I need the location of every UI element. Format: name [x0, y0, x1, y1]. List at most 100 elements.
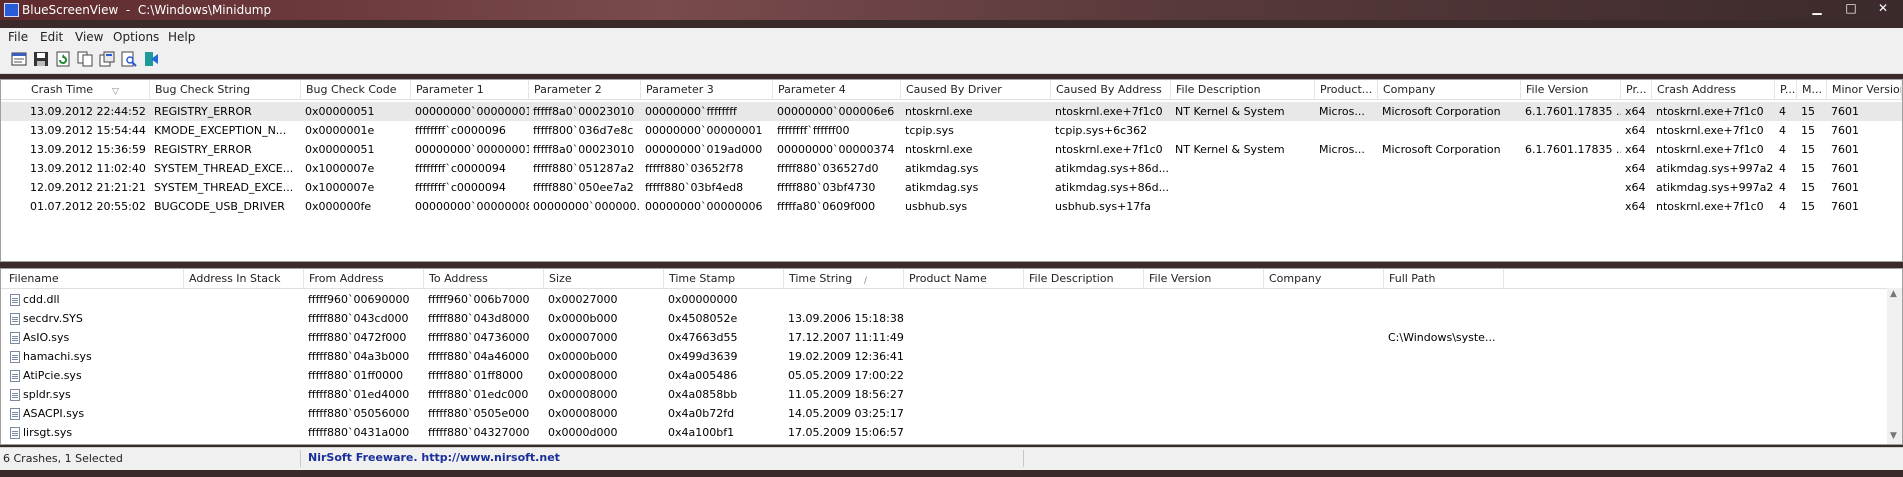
column-header[interactable]: Size: [544, 269, 664, 288]
table-cell: ffffffff`c0000094: [415, 181, 506, 194]
table-cell: fffff8a0`00023010: [533, 143, 635, 156]
vertical-scrollbar[interactable]: ▲ ▼: [1887, 288, 1902, 444]
table-cell: [1378, 197, 1521, 216]
column-header[interactable]: To Address: [424, 269, 544, 288]
table-cell: [1378, 121, 1521, 140]
column-header[interactable]: Time String /: [784, 269, 904, 288]
table-cell: fffff880`01edc000: [428, 388, 529, 401]
table-row[interactable]: AtiPcie.sys fffff880`01ff0000 fffff880`01f…: [1, 366, 1902, 385]
table-cell: [184, 404, 304, 423]
table-cell: 19.02.2009 12:36:41: [788, 350, 904, 363]
menu-view[interactable]: View: [75, 30, 103, 44]
table-row[interactable]: 13.09.2012 15:36:59 REGISTRY_ERROR 0x00000…: [1, 140, 1902, 159]
menu-edit[interactable]: Edit: [40, 30, 63, 44]
table-cell: fffff960`006b7000: [428, 293, 530, 306]
column-label: Crash Time: [31, 83, 94, 96]
save-icon[interactable]: [33, 51, 49, 67]
table-cell: 0x00000051: [305, 105, 375, 118]
table-cell: [1171, 159, 1315, 178]
column-header[interactable]: Parameter 3: [641, 80, 773, 99]
table-cell: [1024, 423, 1144, 442]
minimize-button[interactable]: ▁: [1806, 1, 1828, 17]
table-row[interactable]: AsIO.sys fffff880`0472f000 fffff880`047360…: [1, 328, 1902, 347]
crash-list[interactable]: Crash Time ▽ Bug Check String Bug Check C…: [0, 79, 1903, 262]
column-header[interactable]: Parameter 1: [411, 80, 529, 99]
table-cell: Microsoft Corporation: [1382, 105, 1501, 118]
menu-file[interactable]: File: [8, 30, 28, 44]
column-header[interactable]: File Description: [1171, 80, 1315, 99]
column-header[interactable]: Time Stamp: [664, 269, 784, 288]
find-icon[interactable]: [121, 51, 137, 67]
column-header[interactable]: Full Path: [1384, 269, 1504, 288]
table-cell: ASACPI.sys: [23, 407, 85, 420]
column-header[interactable]: Parameter 4: [773, 80, 901, 99]
driver-list[interactable]: Filename Address In Stack From Address T…: [0, 268, 1903, 445]
column-header[interactable]: File Description: [1024, 269, 1144, 288]
scroll-up-icon[interactable]: ▲: [1890, 289, 1897, 299]
table-row[interactable]: secdrv.SYS fffff880`043cd000 fffff880`043d…: [1, 309, 1902, 328]
column-header[interactable]: Address In Stack: [184, 269, 304, 288]
table-cell: [184, 385, 304, 404]
maximize-button[interactable]: □: [1840, 1, 1862, 17]
table-row[interactable]: ASACPI.sys fffff880`05056000 fffff880`0505…: [1, 404, 1902, 423]
table-cell: 6.1.7601.17835 ...: [1525, 105, 1621, 118]
column-header[interactable]: File Version: [1144, 269, 1264, 288]
column-header[interactable]: Product...: [1315, 80, 1378, 99]
column-header[interactable]: Minor Version: [1827, 80, 1902, 99]
column-header[interactable]: M...: [1797, 80, 1827, 99]
column-header[interactable]: File Version: [1521, 80, 1621, 99]
column-header[interactable]: From Address: [304, 269, 424, 288]
html-report-icon[interactable]: [99, 51, 115, 67]
scroll-down-icon[interactable]: ▼: [1890, 431, 1897, 441]
table-cell: fffff880`0472f000: [308, 331, 407, 344]
column-header[interactable]: Parameter 2: [529, 80, 641, 99]
menu-help[interactable]: Help: [168, 30, 195, 44]
table-cell: [904, 309, 1024, 328]
table-row[interactable]: 13.09.2012 11:02:40 SYSTEM_THREAD_EXCE...…: [1, 159, 1902, 178]
column-header[interactable]: Crash Time ▽: [26, 80, 150, 99]
table-row[interactable]: hamachi.sys fffff880`04a3b000 fffff880`04a…: [1, 347, 1902, 366]
table-cell: fffff880`04a3b000: [308, 350, 410, 363]
column-header[interactable]: Crash Address: [1652, 80, 1775, 99]
column-header[interactable]: Bug Check String: [150, 80, 301, 99]
column-header[interactable]: Pr...: [1621, 80, 1652, 99]
table-cell: atikmdag.sys: [905, 181, 979, 194]
table-cell: [1144, 309, 1264, 328]
table-cell: [1315, 159, 1378, 178]
table-row[interactable]: cdd.dll fffff960`00690000 fffff960`006b700…: [1, 290, 1902, 309]
copy-icon[interactable]: [77, 51, 93, 67]
table-cell: fffff880`04a46000: [428, 350, 530, 363]
column-header[interactable]: Company: [1378, 80, 1521, 99]
column-header[interactable]: Caused By Address: [1051, 80, 1171, 99]
table-row[interactable]: 01.07.2012 20:55:02 BUGCODE_USB_DRIVER 0x0…: [1, 197, 1902, 216]
table-cell: fffff880`05056000: [308, 407, 410, 420]
table-cell: [1144, 404, 1264, 423]
table-row[interactable]: spldr.sys fffff880`01ed4000 fffff880`01edc…: [1, 385, 1902, 404]
table-cell: AsIO.sys: [23, 331, 70, 344]
close-button[interactable]: ✕: [1872, 1, 1894, 17]
column-header[interactable]: Bug Check Code: [301, 80, 411, 99]
table-row[interactable]: 13.09.2012 15:54:44 KMODE_EXCEPTION_N... 0…: [1, 121, 1902, 140]
column-header[interactable]: Caused By Driver: [901, 80, 1051, 99]
nirsoft-link[interactable]: NirSoft Freeware. http://www.nirsoft.net: [308, 451, 560, 464]
table-cell: fffff880`043cd000: [308, 312, 409, 325]
table-row[interactable]: lirsgt.sys fffff880`0431a000 fffff880`0432…: [1, 423, 1902, 442]
table-cell: [1024, 328, 1144, 347]
column-header[interactable]: Company: [1264, 269, 1384, 288]
table-cell: [1315, 121, 1378, 140]
table-cell: 00000000`ffffffff: [645, 105, 737, 118]
table-cell: [184, 366, 304, 385]
exit-icon[interactable]: [143, 51, 159, 67]
table-cell: 13.09.2012 22:44:52: [30, 105, 146, 118]
properties-icon[interactable]: [11, 51, 27, 67]
table-cell: ffffffff`c0000094: [415, 162, 506, 175]
column-header[interactable]: P...: [1775, 80, 1797, 99]
menu-options[interactable]: Options: [113, 30, 159, 44]
table-row[interactable]: 13.09.2012 22:44:52 REGISTRY_ERROR 0x00000…: [1, 102, 1902, 121]
table-row[interactable]: 12.09.2012 21:21:21 SYSTEM_THREAD_EXCE...…: [1, 178, 1902, 197]
column-header[interactable]: Filename: [4, 269, 184, 288]
refresh-icon[interactable]: [55, 51, 71, 67]
table-cell: 15: [1801, 124, 1815, 137]
column-header[interactable]: Product Name: [904, 269, 1024, 288]
table-cell: [1521, 121, 1621, 140]
